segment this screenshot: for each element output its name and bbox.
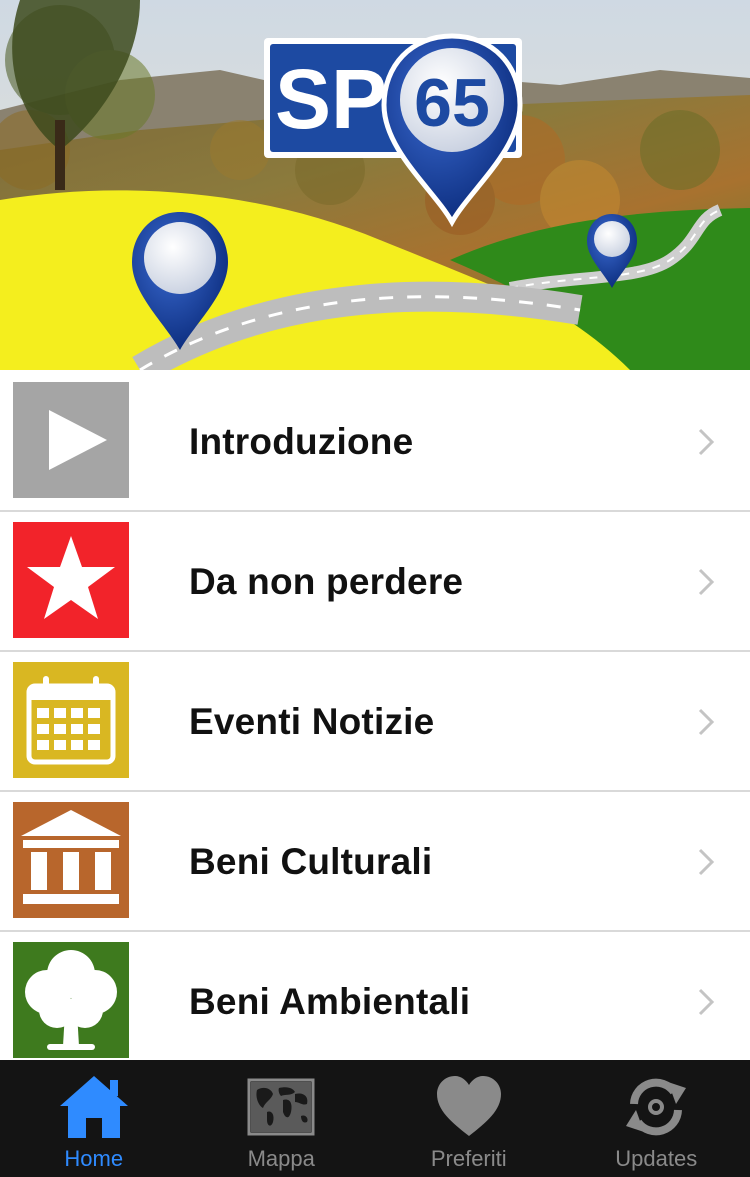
chevron-right-icon [698,708,715,736]
chevron-right-icon [698,568,715,596]
tree-icon [13,942,129,1058]
menu-item-beni-ambientali[interactable]: Beni Ambientali [0,932,750,1060]
home-icon [58,1072,130,1142]
tab-label: Home [64,1146,124,1171]
calendar-icon [13,662,129,778]
play-icon [13,382,129,498]
menu-item-label: Eventi Notizie [189,701,435,742]
tab-label: Mappa [247,1146,315,1171]
bottom-tab-bar: Home Mappa Preferiti Updates [0,1060,750,1177]
menu-item-label: Beni Ambientali [189,981,471,1022]
chevron-right-icon [698,988,715,1016]
tab-label: Updates [615,1146,698,1171]
header-banner: SP 65 [0,0,750,370]
logo-number-text: 65 [414,65,490,141]
refresh-icon [620,1072,692,1142]
menu-item-introduzione[interactable]: Introduzione [0,372,750,512]
menu-item-da-non-perdere[interactable]: Da non perdere [0,512,750,652]
logo-sp-text: SP [275,52,387,146]
tab-label: Preferiti [430,1146,507,1171]
heart-icon [433,1072,505,1142]
star-icon [13,522,129,638]
chevron-right-icon [698,428,715,456]
banner-illustration: SP 65 [0,0,750,370]
chevron-right-icon [698,848,715,876]
tab-mappa[interactable]: Mappa [188,1060,376,1177]
museum-icon [13,802,129,918]
world-map-icon [245,1072,317,1142]
tab-preferiti[interactable]: Preferiti [375,1060,563,1177]
main-menu-list: Introduzione Da non perdere Eventi Notiz… [0,370,750,1060]
menu-item-label: Da non perdere [189,561,464,602]
menu-item-label: Introduzione [189,421,414,462]
tab-home[interactable]: Home [0,1060,188,1177]
tab-updates[interactable]: Updates [563,1060,750,1177]
menu-item-label: Beni Culturali [189,841,433,882]
menu-item-beni-culturali[interactable]: Beni Culturali [0,792,750,932]
menu-item-eventi-notizie[interactable]: Eventi Notizie [0,652,750,792]
